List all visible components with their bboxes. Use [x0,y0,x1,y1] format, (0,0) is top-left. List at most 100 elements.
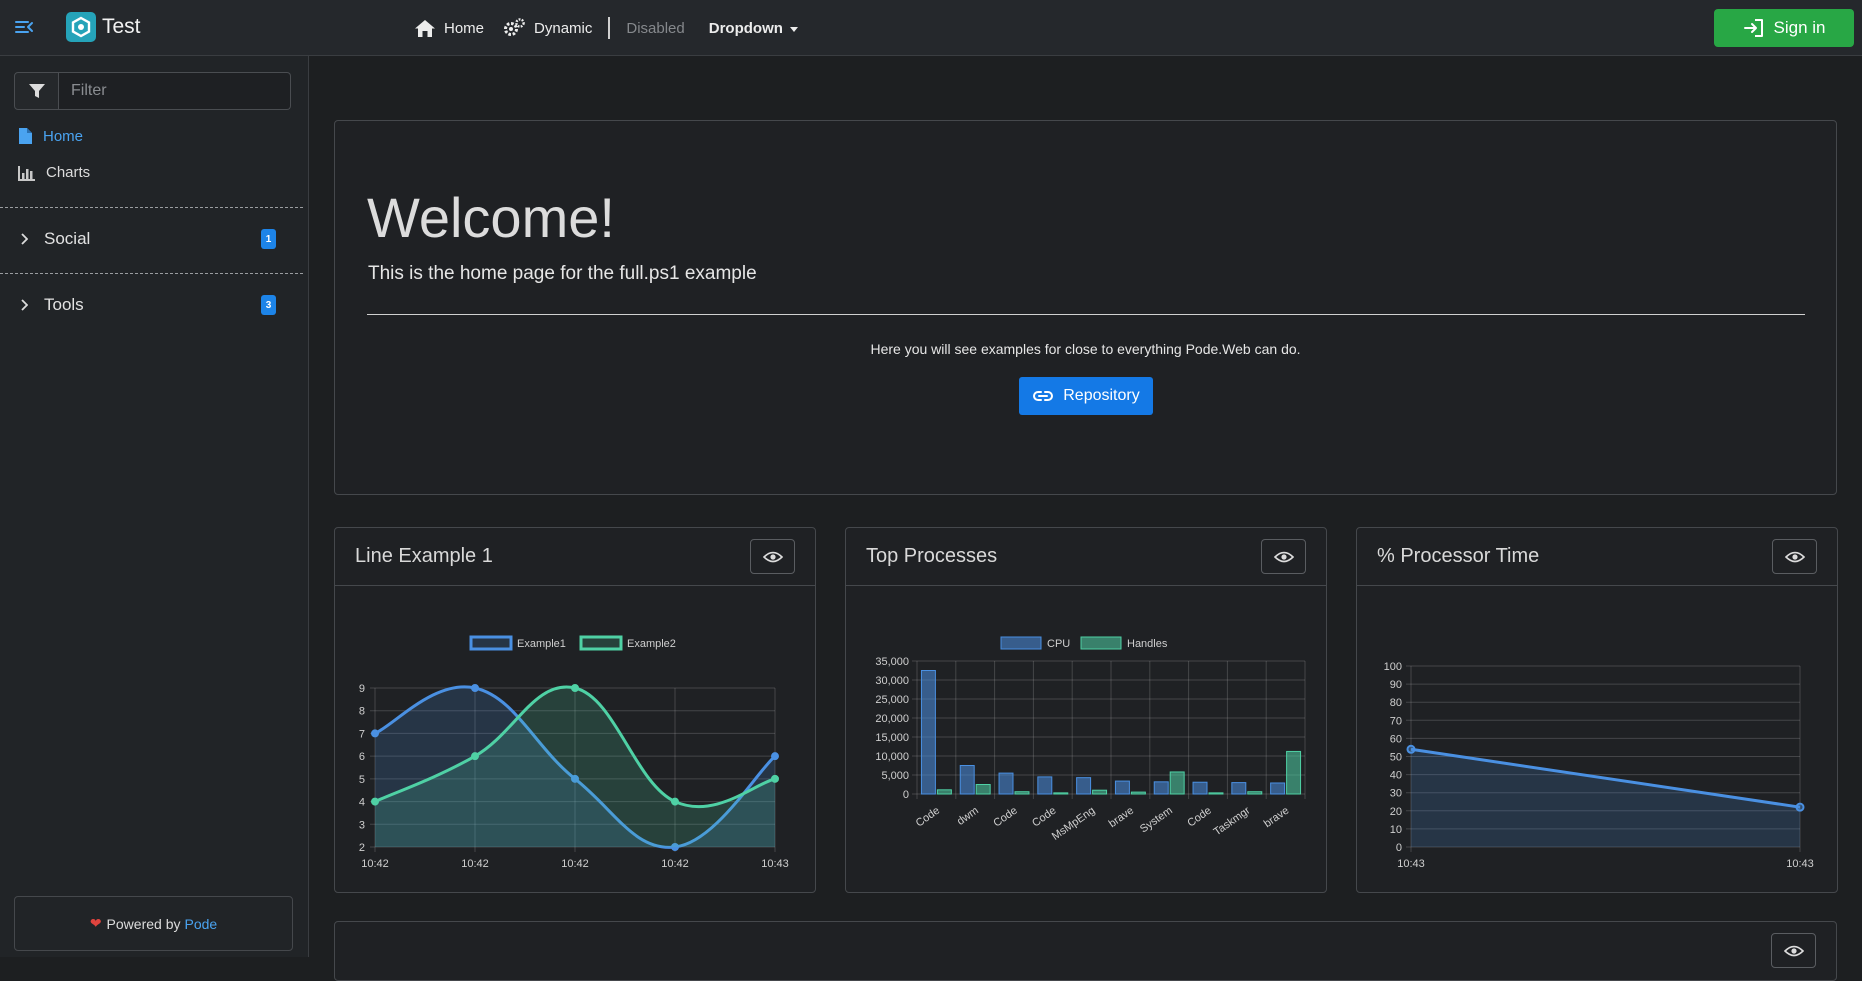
bar [1037,776,1053,795]
sign-in-button[interactable]: Sign in [1714,9,1854,47]
nav-home[interactable]: Home [414,19,484,38]
sidebar-item-label: Charts [46,164,91,181]
nav-divider [608,17,611,39]
data-point [1795,802,1805,812]
sign-in-icon [1743,19,1763,37]
sidebar-group-social[interactable]: Social 1 [20,229,276,249]
bottom-card [334,921,1837,981]
bar [1130,791,1146,795]
y-tick-label: 9 [359,683,365,695]
sidebar-group-label: Social [44,229,91,248]
bar-chart: 0 5,000 10,000 15,000 20,000 25,000 30,000 35,0… [875,636,1306,843]
x-tick-label: Code [1030,805,1058,830]
brand-logo-icon [66,12,96,42]
view-button[interactable] [1772,539,1817,574]
y-tick-label: 40 [1390,770,1402,782]
filter-input[interactable] [59,72,291,110]
card-header: % Processor Time [1357,528,1837,586]
y-tick-label: 6 [359,751,365,763]
pode-link[interactable]: Pode [184,916,217,932]
eye-icon [762,551,783,562]
bar [1153,781,1169,795]
area-chart: 0 10 20 30 40 50 60 70 80 90 100 10:43 10:43 [1384,661,1814,870]
view-button[interactable] [1261,539,1306,574]
home-icon [415,19,435,37]
nav-home-label: Home [444,19,485,37]
y-tick-label: 30,000 [875,675,909,687]
y-tick-label: 5,000 [881,770,909,782]
brand[interactable]: Test [66,12,141,42]
page-title: Welcome! [367,186,615,249]
card-header: Top Processes [846,528,1326,586]
y-tick-label: 20,000 [875,713,909,725]
data-point [471,684,479,692]
legend-swatch [1080,636,1122,650]
view-button[interactable] [1771,933,1816,968]
x-tick-label: 10:43 [1786,858,1814,870]
filter-icon [28,84,45,98]
legend-swatch [579,635,623,651]
x-tick-label: Code [914,805,942,830]
card-body: 0 10 20 30 40 50 60 70 80 90 100 10:43 10:43 [1357,585,1837,893]
y-tick-label: 10 [1390,824,1402,836]
sidebar-item-label: Home [43,127,84,145]
bar [1114,780,1130,795]
nav-dropdown[interactable]: Dropdown [709,20,798,37]
x-tick-label: Code [1185,805,1213,830]
eye-icon [1783,945,1804,956]
sidebar-item-charts[interactable]: Charts [18,164,90,181]
y-tick-label: 70 [1390,715,1402,727]
data-point [471,752,479,761]
count-badge: 1 [261,229,276,249]
nav-dropdown-label: Dropdown [708,19,783,37]
link-icon [1033,391,1054,401]
sidebar: Home Charts Social 1 Tools 3 ❤ Powered b… [0,56,309,957]
filter-button[interactable] [14,72,59,110]
legend-label: Handles [1127,638,1168,650]
card-body: 2 3 4 5 6 7 8 9 10:42 10:42 10:42 10:42 10:43 Example… [335,585,815,893]
card-title: Top Processes [866,545,998,567]
bar [1286,750,1302,795]
card-title: Line Example 1 [355,545,493,567]
bar [920,670,936,795]
x-tick-label: 10:42 [461,858,489,870]
data-point [571,684,579,692]
legend-swatch [1000,636,1042,650]
y-tick-label: 15,000 [875,732,909,744]
data-point [1406,744,1416,754]
x-tick-label: Code [991,805,1019,830]
card-body: 0 5,000 10,000 15,000 20,000 25,000 30,000 35,0… [846,585,1326,893]
eye-icon [1273,551,1294,562]
y-tick-label: 2 [359,842,365,854]
sidebar-filter [14,72,291,110]
x-tick-label: 10:42 [661,858,689,870]
line-example-card: Line Example 1 2 3 4 5 6 7 8 9 10:42 10:42 10:42 10… [334,527,816,893]
bar [1053,792,1069,795]
nav-dynamic[interactable]: Dynamic [502,17,592,39]
card-title: % Processor Time [1377,545,1540,567]
sidebar-toggle-icon[interactable] [14,18,34,36]
sidebar-divider [0,273,303,274]
y-tick-label: 100 [1384,661,1402,673]
view-button[interactable] [750,539,795,574]
y-tick-label: 5 [359,774,365,786]
y-tick-label: 7 [359,728,365,740]
sidebar-item-home[interactable]: Home [18,127,83,145]
data-point [771,752,779,761]
eye-icon [1784,551,1805,562]
repository-button[interactable]: Repository [1019,377,1153,415]
top-processes-card: Top Processes 0 5,000 10,000 15,000 20,000 25… [845,527,1327,893]
bar [1014,791,1030,795]
y-tick-label: 3 [359,819,365,831]
y-tick-label: 60 [1390,733,1402,745]
y-tick-label: 20 [1390,806,1402,818]
gears-icon [504,18,525,36]
bar [1208,792,1224,795]
x-tick-label: MsMpEng [1050,805,1097,843]
chevron-right-icon [21,299,28,311]
page-subtitle: This is the home page for the full.ps1 e… [368,263,757,284]
sidebar-group-tools[interactable]: Tools 3 [20,295,276,315]
hero-divider [367,314,1805,315]
file-icon [19,128,32,144]
x-tick-label: 10:43 [1397,858,1425,870]
